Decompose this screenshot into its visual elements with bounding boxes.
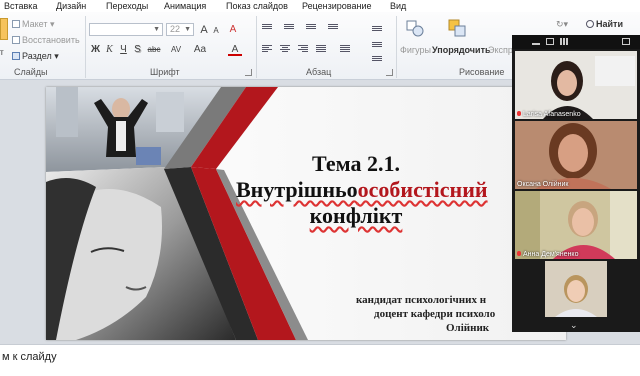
express-styles-button[interactable]: Экспр — [488, 44, 513, 57]
indent-icon[interactable] — [306, 24, 316, 33]
italic-button[interactable]: К — [104, 44, 115, 56]
menu-view[interactable]: Вид — [390, 0, 406, 12]
participant-tile[interactable]: Larisa Afanasenko — [515, 51, 637, 119]
text-direction-icon[interactable] — [372, 26, 382, 35]
title-line-1: Тема 2.1. — [312, 151, 400, 176]
change-case-button[interactable]: Aa — [192, 44, 208, 56]
participant-video — [515, 51, 637, 119]
section-icon — [12, 52, 20, 60]
replace-icon[interactable]: ↻▾ — [556, 18, 568, 31]
underline-button[interactable]: Ч — [118, 44, 129, 56]
menu-transitions[interactable]: Переходы — [106, 0, 148, 12]
menu-insert[interactable]: Вставка — [4, 0, 37, 12]
participant-tile[interactable]: Анна Дем'яненко — [515, 191, 637, 259]
clear-format-icon[interactable]: A — [226, 24, 240, 36]
participant-name: Оксана Олійник — [517, 181, 569, 188]
reset-button[interactable]: Восстановить — [12, 34, 80, 47]
menu-review[interactable]: Рецензирование — [302, 0, 372, 12]
align-text-icon[interactable] — [372, 42, 382, 51]
layout-icon — [12, 20, 20, 28]
participant-video — [545, 261, 607, 317]
binoculars-icon — [586, 20, 594, 28]
video-gallery-panel: Larisa Afanasenko Оксана Олійник Анна Де… — [512, 35, 640, 332]
menu-design[interactable]: Дизайн — [56, 0, 86, 12]
mic-muted-icon — [517, 251, 521, 256]
video-panel-toolbar — [512, 35, 640, 49]
arrange-icon[interactable] — [447, 18, 467, 40]
font-name-combo[interactable]: ▼ — [89, 23, 163, 36]
new-slide-icon[interactable] — [0, 18, 8, 40]
title-line-3: конфлікт — [309, 203, 403, 228]
smartart-icon[interactable] — [372, 56, 382, 65]
bold-button[interactable]: Ж — [90, 44, 101, 56]
slide-canvas[interactable]: Тема 2.1. Внутрішньоособистісний конфлік… — [46, 87, 566, 340]
fullscreen-icon[interactable] — [622, 38, 630, 45]
title-line-2: Внутрішньоособистісний — [236, 177, 488, 202]
new-slide-arrow[interactable]: т — [0, 46, 4, 59]
notes-pane[interactable]: м к слайду — [0, 344, 640, 376]
separator — [396, 16, 397, 78]
shapes-icon[interactable] — [405, 18, 425, 40]
font-size-combo[interactable]: 22 ▼ — [166, 23, 194, 36]
separator — [256, 16, 257, 78]
bullets-icon[interactable] — [262, 24, 272, 33]
numbering-icon[interactable] — [284, 24, 294, 33]
shrink-font-icon[interactable]: A — [211, 25, 221, 37]
grow-font-icon[interactable]: A — [198, 24, 210, 36]
find-button[interactable]: Найти — [586, 18, 623, 31]
section-button[interactable]: Раздел ▾ — [12, 50, 59, 63]
participant-video — [515, 121, 637, 189]
participant-name: Larisa Afanasenko — [517, 111, 581, 118]
font-group-label: Шрифт — [150, 67, 180, 77]
align-left-icon[interactable] — [262, 45, 272, 54]
businessman-figure — [112, 98, 130, 120]
reset-icon — [12, 36, 20, 44]
menu-slideshow[interactable]: Показ слайдов — [226, 0, 288, 12]
participant-tile[interactable]: Оксана Олійник — [515, 121, 637, 189]
strikethrough-button[interactable]: abc — [146, 44, 162, 56]
arrange-button[interactable]: Упорядочить — [432, 44, 491, 57]
chevron-down-icon: ▼ — [153, 26, 160, 33]
outdent-icon[interactable] — [328, 24, 338, 33]
gallery-view-icon[interactable] — [560, 38, 568, 45]
shapes-button[interactable]: Фигуры — [400, 44, 431, 57]
participant-name: Анна Дем'яненко — [517, 251, 578, 258]
menu-animation[interactable]: Анимация — [164, 0, 206, 12]
align-right-icon[interactable] — [298, 45, 308, 54]
layout-button[interactable]: Макет ▾ — [12, 18, 55, 31]
paragraph-dialog-launcher[interactable] — [386, 69, 393, 76]
columns-icon[interactable] — [340, 45, 350, 54]
paragraph-group-label: Абзац — [306, 67, 332, 77]
menu-bar: Вставка Дизайн Переходы Анимация Показ с… — [0, 0, 640, 12]
justify-icon[interactable] — [316, 45, 326, 54]
slide-title[interactable]: Тема 2.1. Внутрішньоособистісний конфлік… — [236, 151, 488, 229]
speaker-view-icon[interactable] — [546, 38, 554, 45]
participant-video — [515, 191, 637, 259]
notes-placeholder: м к слайду — [2, 351, 57, 363]
char-spacing-button[interactable]: AV — [168, 44, 184, 56]
font-color-button[interactable]: A — [228, 44, 242, 56]
minimize-icon[interactable] — [532, 38, 540, 45]
shadow-button[interactable]: S — [132, 44, 143, 56]
align-center-icon[interactable] — [280, 45, 290, 54]
chevron-down-icon: ▼ — [184, 26, 191, 33]
mic-muted-icon — [517, 111, 521, 116]
font-dialog-launcher[interactable] — [245, 69, 252, 76]
chevron-down-icon[interactable]: ⌄ — [570, 320, 578, 331]
slides-group-label: Слайды — [14, 67, 48, 77]
separator — [85, 16, 86, 78]
participant-tile[interactable] — [545, 261, 607, 317]
drawing-group-label: Рисование — [459, 67, 505, 77]
